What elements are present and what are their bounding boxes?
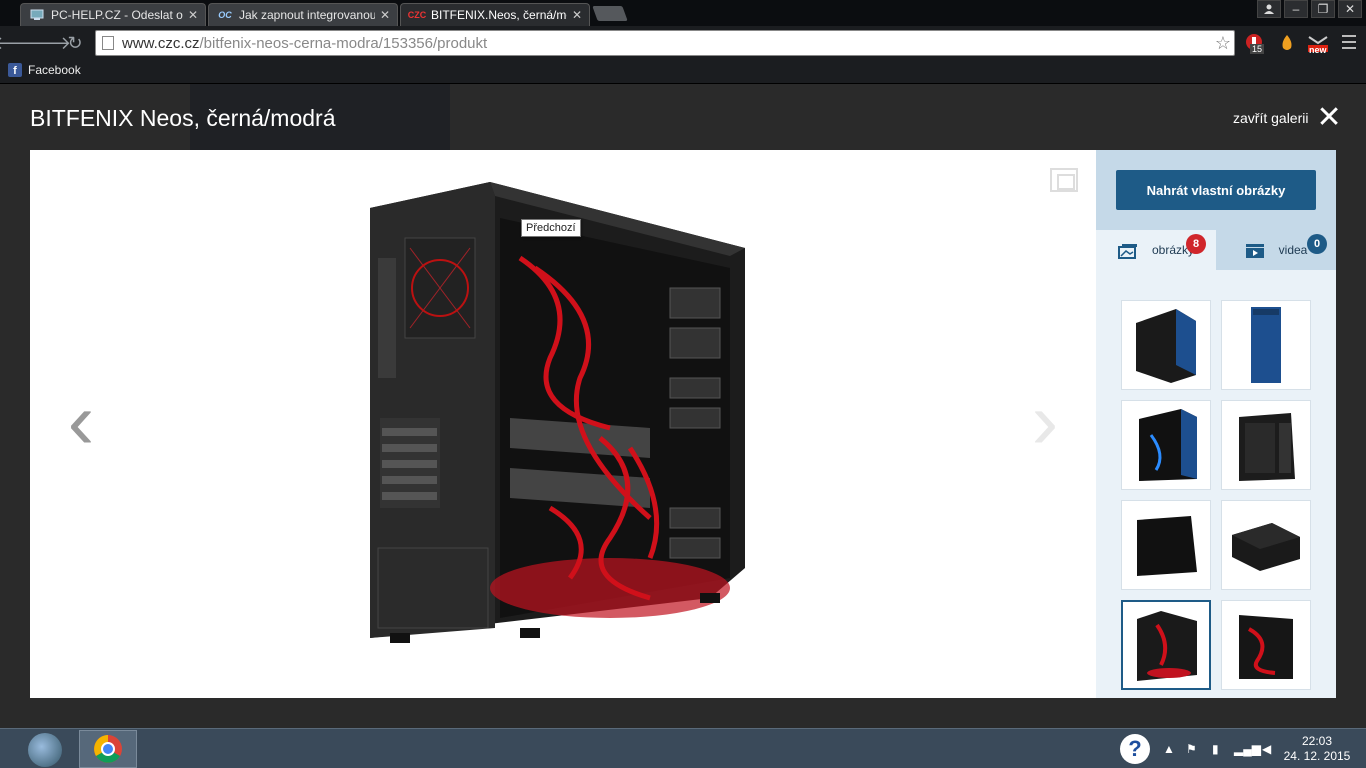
czc-logo-icon: CZC xyxy=(407,10,427,20)
window-controls: – ❐ ✕ xyxy=(1257,0,1362,18)
upload-images-button[interactable]: Nahrát vlastní obrázky xyxy=(1116,170,1316,210)
network-flag-icon[interactable]: ⚑ xyxy=(1186,742,1197,756)
gallery-overlay: BITFENIX Neos, černá/modrá zavřít galeri… xyxy=(0,84,1366,728)
browser-toolbar: 🡐 🡒 ↻ www.czc.cz/bitfenix-neos-cerna-mod… xyxy=(0,26,1366,60)
reload-icon[interactable]: ↻ xyxy=(64,32,86,54)
chrome-icon xyxy=(94,735,122,763)
forward-arrow-icon[interactable]: 🡒 xyxy=(23,32,71,54)
thumbnail-4[interactable] xyxy=(1221,400,1311,490)
close-tab-icon[interactable]: ✕ xyxy=(187,8,199,22)
minimize-icon[interactable]: – xyxy=(1284,0,1308,18)
help-icon[interactable]: ? xyxy=(1120,734,1150,764)
close-tab-icon[interactable]: ✕ xyxy=(379,8,391,22)
thumbnail-7-selected[interactable] xyxy=(1121,600,1211,690)
thumbnail-3[interactable] xyxy=(1121,400,1211,490)
tray-expand-icon[interactable]: ▲ xyxy=(1163,742,1175,756)
thumbnail-2[interactable] xyxy=(1221,300,1311,390)
extension-badge: 15 xyxy=(1250,44,1265,54)
close-icon[interactable]: ✕ xyxy=(1316,103,1341,133)
page-icon xyxy=(102,36,114,50)
new-tab-button[interactable] xyxy=(592,6,628,21)
url-text[interactable]: www.czc.cz/bitfenix-neos-cerna-modra/153… xyxy=(122,35,1212,52)
tab-title: PC-HELP.CZ - Odeslat odp xyxy=(51,8,183,22)
gallery-tabs: obrázky 8 videa 0 xyxy=(1096,230,1336,270)
chrome-menu-icon[interactable] xyxy=(1342,35,1356,49)
video-clapper-icon xyxy=(1245,243,1265,258)
thumbnail-grid xyxy=(1121,300,1311,690)
tab-title: BITFENIX.Neos, černá/mod xyxy=(431,8,567,22)
tab-title: Jak zapnout integrovanou xyxy=(239,8,375,22)
url-path: /bitfenix-neos-cerna-modra/153356/produk… xyxy=(199,34,488,52)
close-gallery-label: zavřít galerii xyxy=(1233,110,1309,126)
tab-pc-help[interactable]: PC-HELP.CZ - Odeslat odp ✕ xyxy=(20,3,206,26)
close-tab-icon[interactable]: ✕ xyxy=(571,8,583,22)
thumbnail-8[interactable] xyxy=(1221,600,1311,690)
videos-count-badge: 0 xyxy=(1307,234,1327,254)
thumbnail-6[interactable] xyxy=(1221,500,1311,590)
product-image xyxy=(370,182,745,643)
tab-bitfenix[interactable]: CZC BITFENIX.Neos, černá/mod ✕ xyxy=(400,3,590,26)
tooltip-previous: Předchozí xyxy=(521,219,581,237)
computer-icon xyxy=(29,8,45,22)
bookmark-facebook[interactable]: f Facebook xyxy=(8,63,81,77)
clock-date: 24. 12. 2015 xyxy=(1283,749,1351,763)
bookmark-label: Facebook xyxy=(28,63,81,77)
address-bar[interactable]: www.czc.cz/bitfenix-neos-cerna-modra/153… xyxy=(95,30,1235,56)
clock-time: 22:03 xyxy=(1301,734,1333,748)
facebook-icon: f xyxy=(8,63,22,77)
gallery-title: BITFENIX Neos, černá/modrá xyxy=(30,105,336,131)
restore-icon[interactable]: ❐ xyxy=(1311,0,1335,18)
start-button[interactable] xyxy=(28,733,62,767)
flame-extension-icon[interactable] xyxy=(1276,32,1298,54)
bookmarks-bar: f Facebook xyxy=(0,60,1366,84)
next-arrow-icon[interactable]: › xyxy=(1020,381,1070,466)
site-logo-icon: OC xyxy=(218,10,232,20)
fullscreen-icon[interactable] xyxy=(1050,168,1078,192)
tab-jak-zapnout[interactable]: OC Jak zapnout integrovanou ✕ xyxy=(208,3,398,26)
user-icon[interactable] xyxy=(1257,0,1281,18)
battery-icon[interactable]: ▮ xyxy=(1212,742,1219,756)
close-gallery-button[interactable]: zavřít galerii ✕ xyxy=(1233,103,1342,133)
images-count-badge: 8 xyxy=(1186,234,1206,254)
images-icon xyxy=(1117,243,1138,259)
previous-arrow-icon[interactable]: ‹ xyxy=(56,381,106,466)
tab-images[interactable]: obrázky 8 xyxy=(1096,230,1216,270)
system-clock[interactable]: 22:03 24. 12. 2015 xyxy=(1282,734,1352,764)
bookmark-star-icon[interactable]: ☆ xyxy=(1212,33,1234,54)
new-badge: new xyxy=(1309,45,1327,55)
thumbnail-5[interactable] xyxy=(1121,500,1211,590)
gallery-sidebar: Nahrát vlastní obrázky obrázky 8 videa 0 xyxy=(1096,150,1336,698)
windows-taskbar: ? ▲ ⚑ ▮ ▂▄▆ ◀ 22:03 24. 12. 2015 xyxy=(0,728,1366,768)
thumbnail-1[interactable] xyxy=(1121,300,1211,390)
tab-videos-label: videa xyxy=(1278,243,1308,257)
gallery-stage: ‹ › Předchozí xyxy=(30,150,1096,698)
volume-icon[interactable]: ◀ xyxy=(1262,742,1271,756)
browser-tab-strip: PC-HELP.CZ - Odeslat odp ✕ OC Jak zapnou… xyxy=(0,0,1366,26)
sidebar-header: Nahrát vlastní obrázky xyxy=(1096,150,1336,230)
signal-icon[interactable]: ▂▄▆ xyxy=(1234,742,1261,756)
url-host: www.czc.cz xyxy=(122,34,200,52)
close-window-icon[interactable]: ✕ xyxy=(1338,0,1362,18)
tab-videos[interactable]: videa 0 xyxy=(1216,230,1336,270)
taskbar-chrome[interactable] xyxy=(79,730,137,768)
